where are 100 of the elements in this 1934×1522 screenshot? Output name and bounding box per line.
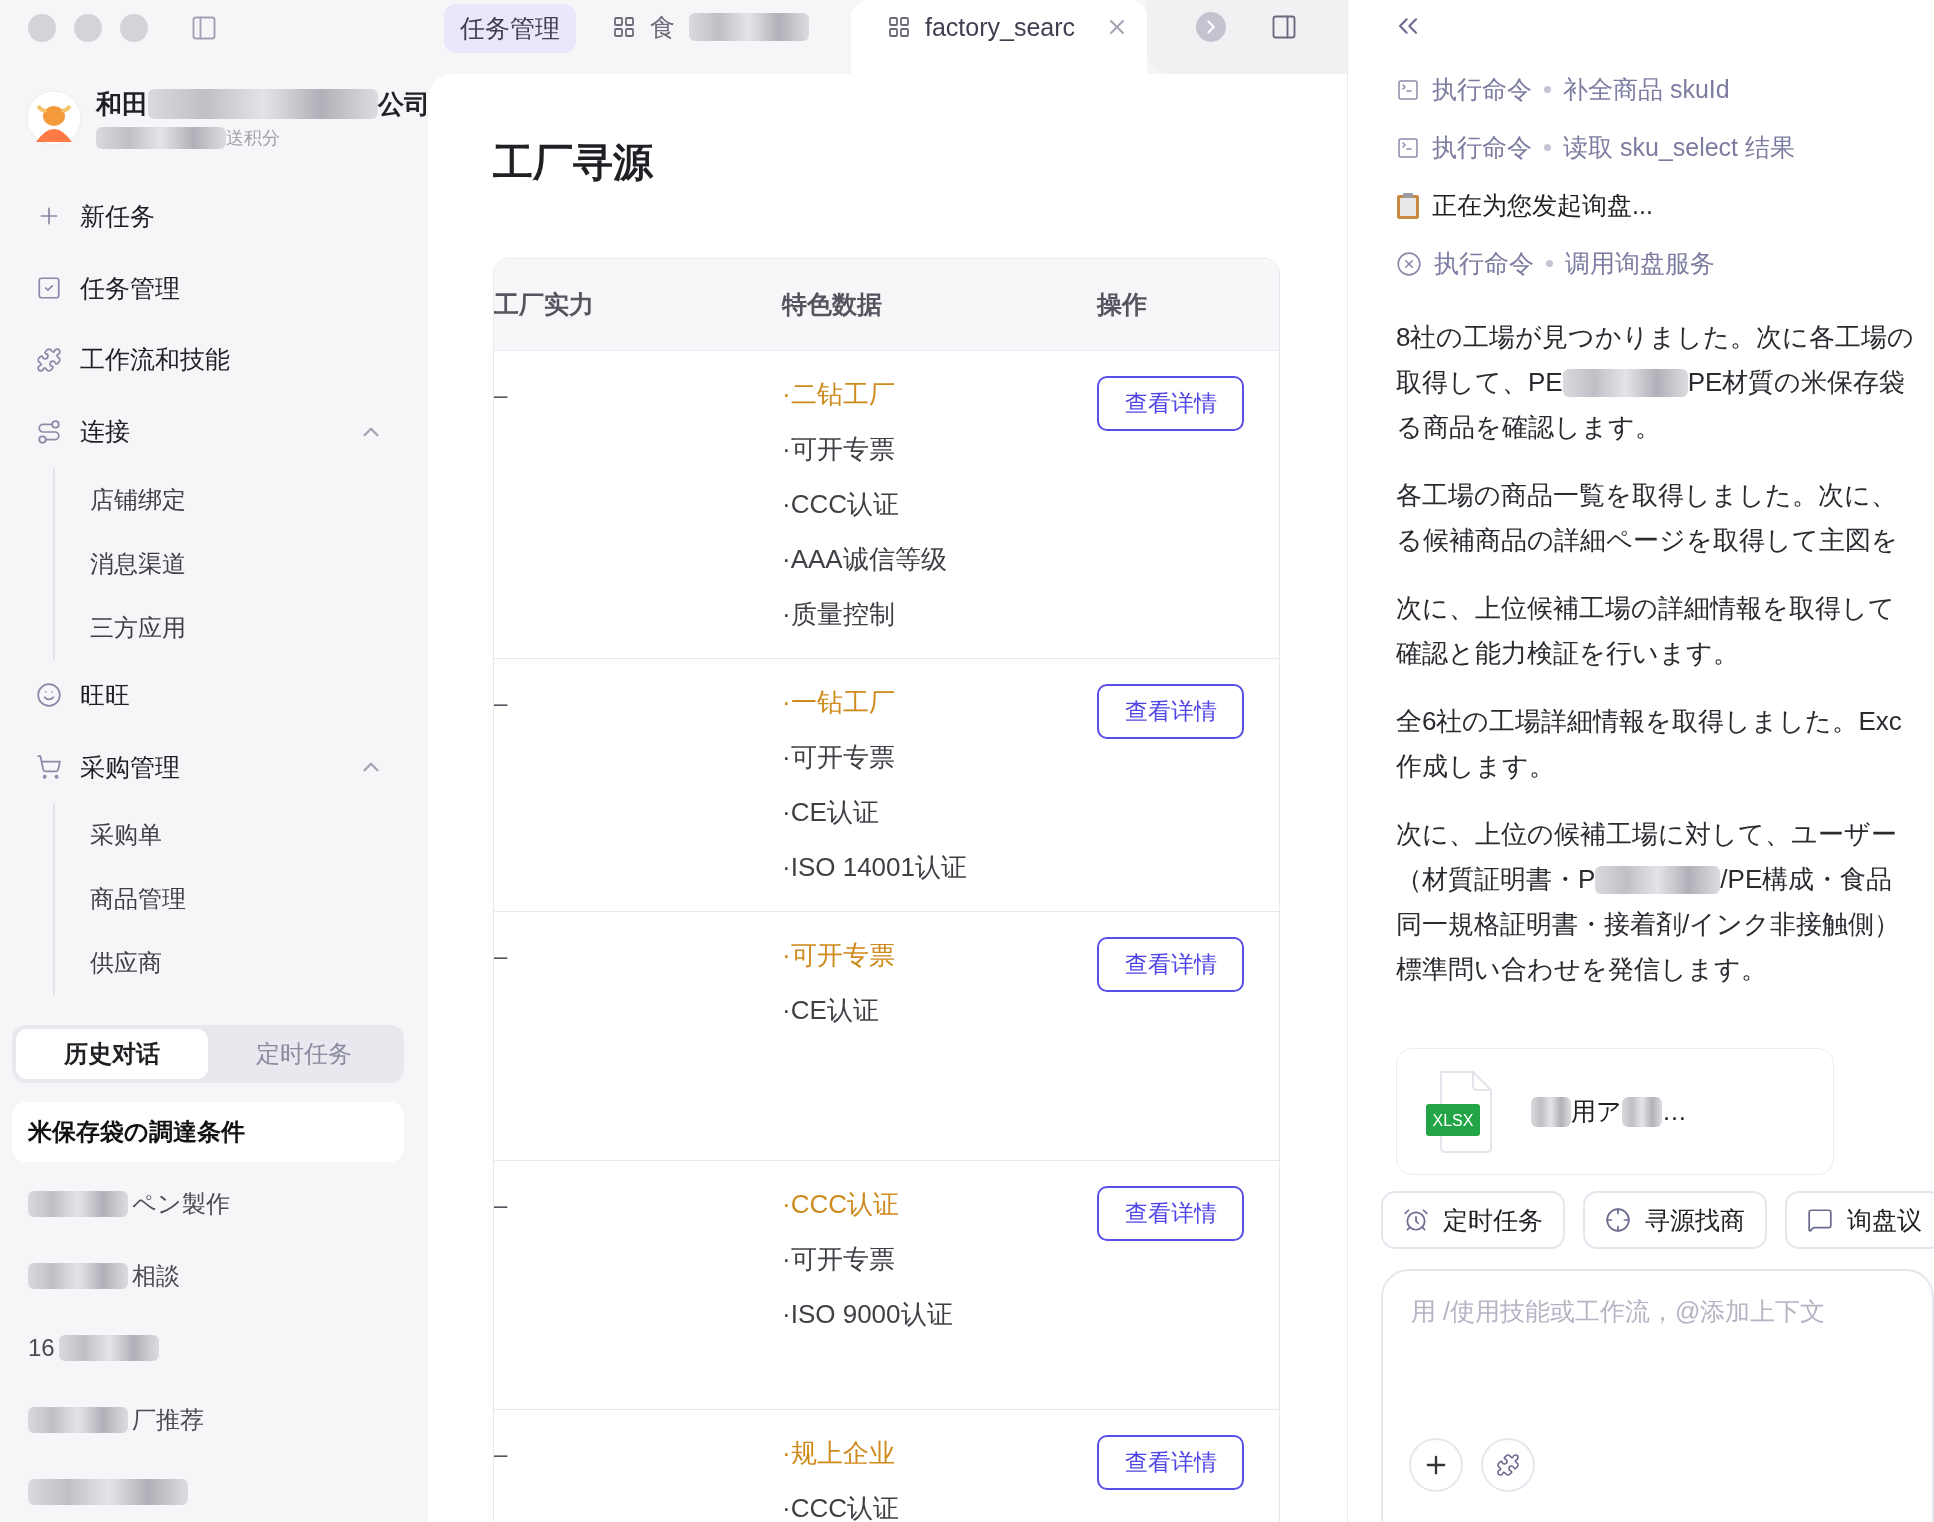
- shortcut-chip[interactable]: 寻源找商: [1583, 1191, 1767, 1249]
- feature-tag: ·可开专票: [782, 730, 1097, 785]
- message-text: 標準問い合わせを発信します。: [1396, 953, 1767, 986]
- company-name: 和田: [96, 87, 148, 121]
- terminal-icon: [1396, 77, 1420, 102]
- feature-tag: ·可开专票: [782, 1232, 1097, 1287]
- details-button[interactable]: 查看详情: [1097, 1435, 1244, 1490]
- shortcut-chip[interactable]: 定时任务: [1381, 1191, 1565, 1249]
- add-button[interactable]: [1409, 1438, 1463, 1492]
- puzzle-icon: [36, 346, 62, 373]
- module-tab[interactable]: 任务管理: [444, 4, 576, 53]
- nav-subitem[interactable]: 店铺绑定: [55, 467, 404, 532]
- details-button[interactable]: 查看详情: [1097, 684, 1244, 739]
- alarm-clock-icon: [1403, 1207, 1429, 1233]
- step-detail: 调用询盘服务: [1565, 248, 1715, 279]
- table-cell-text: –: [494, 1190, 509, 1220]
- details-button[interactable]: 查看详情: [1097, 937, 1244, 992]
- window-close-control[interactable]: [28, 13, 56, 42]
- message-icon: [1807, 1207, 1833, 1233]
- feature-tag: ·可开专票: [782, 422, 1097, 477]
- feature-tag: ·一钻工厂: [782, 675, 1097, 730]
- nav-item[interactable]: 工作流和技能: [12, 324, 404, 396]
- step-label: 正在为您发起询盘...: [1432, 190, 1653, 221]
- window-zoom-control[interactable]: [120, 13, 148, 42]
- terminal-icon: [1396, 135, 1420, 160]
- nav-subitem[interactable]: 供应商: [55, 931, 404, 996]
- history-item[interactable]: 厂推荐: [12, 1390, 404, 1450]
- feature-tag: ·CCC认证: [782, 1481, 1097, 1522]
- history-item[interactable]: ペン製作: [12, 1174, 404, 1234]
- separator-dot: [1544, 144, 1551, 151]
- document-tab[interactable]: factory_searc: [851, 0, 1148, 74]
- feature-tag: ·可开专票: [782, 928, 1097, 983]
- message-text: 次に、上位候補工場の詳細情報を取得して: [1396, 592, 1895, 625]
- pixelated-block: [1622, 1096, 1662, 1127]
- feature-tag: ·CCC认证: [782, 1177, 1097, 1232]
- message-text: 確認と能力検証を行います。: [1396, 637, 1739, 670]
- nav-item[interactable]: 新任务: [12, 180, 404, 253]
- message-text: PE材質の米保存袋: [1687, 366, 1906, 399]
- nav-subitem[interactable]: 三方应用: [55, 595, 404, 660]
- feature-tag: ·规上企业: [782, 1426, 1097, 1481]
- step-label: 执行命令: [1434, 248, 1534, 279]
- puzzle-icon: [1496, 1453, 1520, 1477]
- message-text: る商品を確認します。: [1396, 411, 1661, 444]
- message-text: （材質証明書・P: [1396, 863, 1596, 896]
- feature-tag: ·ISO 14001认证: [782, 840, 1097, 895]
- file-name: …: [1662, 1097, 1687, 1126]
- smile-icon: [36, 682, 62, 709]
- message-text: 作成します。: [1396, 750, 1555, 783]
- nav-item[interactable]: 采购管理: [12, 731, 404, 804]
- window-minimize-control[interactable]: [74, 13, 102, 42]
- points-label: 送积分: [226, 126, 280, 150]
- details-button[interactable]: 查看详情: [1097, 376, 1244, 431]
- history-item[interactable]: 米保存袋の調達条件: [12, 1102, 404, 1162]
- history-title: 米保存袋の調達条件: [28, 1117, 245, 1147]
- feature-tag: ·CE认证: [782, 983, 1097, 1038]
- step-label: 执行命令: [1432, 132, 1532, 163]
- message-text: 次に、上位の候補工場に対して、ユーザー: [1396, 818, 1897, 851]
- feature-tag: ·ISO 9000认证: [782, 1287, 1097, 1342]
- column-header: 工厂实力: [494, 289, 595, 320]
- cart-icon: [36, 754, 62, 781]
- document-tab[interactable]: 食: [576, 0, 827, 74]
- file-card[interactable]: XLSX 用ア …: [1396, 1048, 1834, 1175]
- nav-subitem[interactable]: 商品管理: [55, 867, 404, 932]
- page-title: 工厂寻源: [493, 139, 655, 186]
- message-text: 取得して、PE: [1396, 366, 1563, 399]
- grid-icon: [887, 15, 911, 39]
- details-button[interactable]: 查看详情: [1097, 1186, 1244, 1241]
- column-header: 操作: [1097, 289, 1148, 320]
- pixelated-block: [1531, 1096, 1571, 1127]
- nav-item[interactable]: 任务管理: [12, 252, 404, 324]
- nav-item[interactable]: 连接: [12, 395, 404, 468]
- separator-dot: [1546, 260, 1553, 267]
- table-cell-text: –: [494, 688, 509, 718]
- nav-subitem[interactable]: 消息渠道: [55, 531, 404, 596]
- tab-label: factory_searc: [925, 12, 1076, 42]
- history-title: ペン製作: [132, 1189, 230, 1219]
- shortcut-chip[interactable]: 询盘议: [1785, 1191, 1934, 1249]
- route-icon: [36, 418, 62, 445]
- message-composer[interactable]: 用 /使用技能或工作流，@添加上下文: [1381, 1269, 1934, 1522]
- forward-icon[interactable]: [1196, 12, 1227, 42]
- plugin-button[interactable]: [1481, 1438, 1535, 1492]
- mascot-avatar: [26, 90, 82, 147]
- message-input[interactable]: 用 /使用技能或工作流，@添加上下文: [1409, 1293, 1912, 1438]
- feature-tag: ·AAA诚信等级: [782, 532, 1097, 587]
- segment-tab[interactable]: 历史对话: [16, 1029, 208, 1079]
- nav-subitem[interactable]: 采购单: [55, 803, 404, 868]
- step-detail: 读取 sku_select 结果: [1563, 132, 1795, 163]
- clipboard-icon: [1396, 191, 1420, 220]
- nav-item[interactable]: 旺旺: [12, 659, 404, 732]
- message-text: 同一規格証明書・接着剤/インク非接触側）: [1396, 908, 1901, 941]
- message-text: 各工場の商品一覧を取得しました。次に、: [1396, 479, 1897, 512]
- message-text: /PE構成・食品: [1720, 863, 1893, 896]
- table-cell-text: –: [494, 1439, 509, 1469]
- file-name: 用ア: [1571, 1096, 1622, 1127]
- separator-dot: [1544, 86, 1551, 93]
- step-detail: 补全商品 skuId: [1563, 74, 1730, 105]
- history-title: 16: [28, 1334, 55, 1362]
- column-header: 特色数据: [782, 289, 883, 320]
- history-item[interactable]: 16: [12, 1318, 404, 1378]
- history-item[interactable]: 相談: [12, 1246, 404, 1306]
